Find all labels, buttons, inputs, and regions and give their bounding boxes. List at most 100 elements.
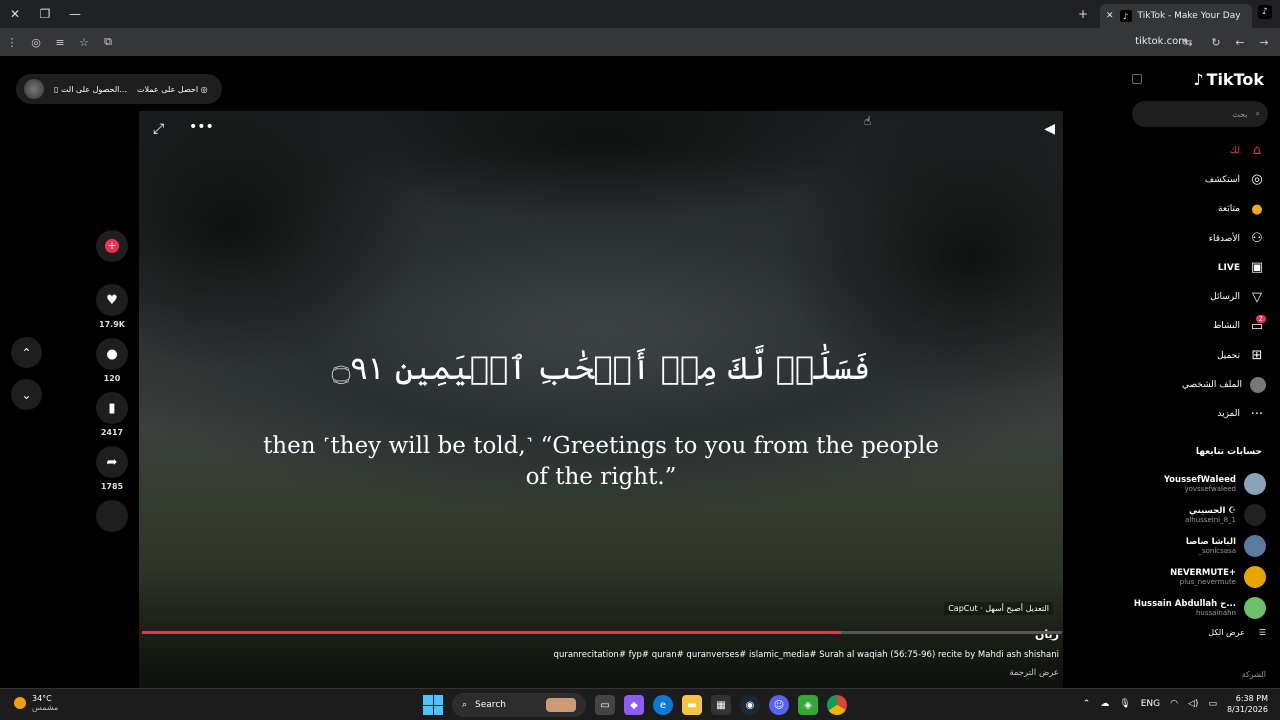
file-explorer-icon[interactable]: ▬ xyxy=(682,695,702,715)
menu-item-profile[interactable]: الملف الشخصي xyxy=(1118,370,1266,399)
start-icon[interactable] xyxy=(423,695,443,715)
main-menu: لك ⌂ استكشف ◎ متابَعة ● الأصدقاء ⚇ LIVE ▣ الر… xyxy=(1118,136,1266,429)
follow-plus-icon[interactable]: + xyxy=(105,239,119,253)
menu-item-more[interactable]: المزيد ··· xyxy=(1118,400,1266,429)
list-item[interactable]: الباشا صاصا _sonicsasa xyxy=(1134,530,1266,561)
volume-icon[interactable]: ◁) xyxy=(1188,699,1198,709)
reading-list-icon[interactable]: ≡ xyxy=(48,28,72,56)
share-button[interactable]: ➦ xyxy=(96,446,128,478)
compass-icon: ◎ xyxy=(1251,172,1263,188)
tab-tiktok[interactable]: ✕ ♪ TikTok - Make Your Day xyxy=(1100,4,1252,28)
new-tab-button[interactable]: + xyxy=(1068,0,1098,28)
search-icon[interactable]: ⌕ xyxy=(1256,109,1260,119)
back-icon[interactable]: → xyxy=(1252,28,1276,56)
next-video-button[interactable]: ⌄ xyxy=(11,379,42,410)
weather-widget[interactable]: 34°C مشمس xyxy=(14,694,58,712)
menu-item-following[interactable]: متابَعة ● xyxy=(1118,195,1266,224)
clock[interactable]: 6:38 PM 8/31/2026 xyxy=(1227,693,1268,715)
avatar xyxy=(1244,534,1266,557)
tiktok-favicon-icon: ♪ xyxy=(1119,10,1132,22)
taskbar-search[interactable]: ⌕ Search xyxy=(452,693,586,717)
account-name: الباشا صاصا xyxy=(1185,536,1236,547)
account-handle: hussainahn xyxy=(1195,608,1236,617)
progress-fill xyxy=(142,631,842,634)
caption-line-2: of the right.” xyxy=(525,464,677,490)
tiktok-logo[interactable]: ♪ TikTok xyxy=(1193,70,1264,89)
activity-badge: 2 xyxy=(1255,314,1266,323)
menu-item-upload[interactable]: تحميل ⊞ xyxy=(1118,341,1266,370)
weather-condition: مشمس xyxy=(32,703,59,712)
menu-dots-icon[interactable]: ⋮ xyxy=(0,28,24,56)
music-disc[interactable] xyxy=(96,500,128,532)
see-translation-link[interactable]: عرض الترجمة xyxy=(1009,668,1059,678)
onedrive-icon[interactable]: ☁ xyxy=(1100,699,1109,709)
capcut-link[interactable]: CapCut · التعديل أصبح أسهل xyxy=(944,602,1053,615)
video-player[interactable]: ⤢ ••• ◀ فَسَلَٰمٞ لَّكَ مِنۡ أَصۡحَٰبِ ٱ… xyxy=(139,111,1063,691)
menu-item-activity[interactable]: النشاط ▭ 2 xyxy=(1118,312,1266,341)
list-item[interactable]: NEVERMUTE+ plus_nevermute xyxy=(1134,561,1266,592)
edge-icon[interactable]: e xyxy=(653,695,673,715)
tab-close-icon[interactable]: ✕ xyxy=(1106,11,1114,21)
caption-line-1: then ˹they will be told,˺ “Greetings to … xyxy=(263,433,939,459)
video-progress-bar[interactable] xyxy=(142,631,1062,634)
mic-icon[interactable]: 🎙 xyxy=(1119,699,1130,709)
green-app-icon[interactable]: ◈ xyxy=(798,695,818,715)
tray-chevron-icon[interactable]: ⌃ xyxy=(1083,699,1091,709)
mouse-cursor-icon: ☝ xyxy=(864,114,872,128)
battery-icon[interactable]: ▭ xyxy=(1208,699,1217,709)
menu-item-friends[interactable]: الأصدقاء ⚇ xyxy=(1118,224,1266,253)
fullscreen-icon[interactable]: ⤢ xyxy=(153,121,164,137)
minimize-window-icon[interactable]: — xyxy=(60,0,90,28)
menu-item-messages[interactable]: الرسائل ▽ xyxy=(1118,282,1266,311)
wifi-icon[interactable]: ◠ xyxy=(1170,699,1178,709)
avatar[interactable] xyxy=(24,79,44,99)
menu-label: الأصدقاء xyxy=(1208,233,1240,244)
save-button[interactable]: ▮ xyxy=(96,392,128,424)
like-button[interactable]: ♥ xyxy=(96,284,128,316)
account-icon[interactable]: ◎ xyxy=(24,28,48,56)
menu-label: لك xyxy=(1229,145,1240,156)
maximize-window-icon[interactable]: ❐ xyxy=(30,0,60,28)
see-all-button[interactable]: عرض الكل ☰ xyxy=(1208,628,1266,637)
menu-label: الرسائل xyxy=(1210,292,1240,303)
store-icon[interactable]: ▦ xyxy=(711,695,731,715)
list-item[interactable]: Hussain Abdullah ح... hussainahn xyxy=(1134,592,1266,623)
reload-icon[interactable]: ↻ xyxy=(1204,28,1228,56)
list-icon: ☰ xyxy=(1258,628,1266,637)
list-item[interactable]: YoussefWaleed yovssefwaleed xyxy=(1134,468,1266,499)
comment-button[interactable]: ● xyxy=(96,338,128,370)
steam-icon[interactable]: ◉ xyxy=(740,695,760,715)
discord-icon[interactable]: ☺ xyxy=(769,695,789,715)
forward-icon[interactable]: ← xyxy=(1228,28,1252,56)
more-options-icon[interactable]: ••• xyxy=(189,119,214,135)
promo-coins-link[interactable]: احصل على عملات ◎ xyxy=(137,85,208,94)
share-icon[interactable]: ⧉ xyxy=(96,28,120,56)
bookmark-star-icon[interactable]: ☆ xyxy=(72,28,96,56)
volume-icon[interactable]: ◀ xyxy=(1044,121,1055,137)
creator-avatar[interactable]: + xyxy=(96,230,128,262)
collapse-sidebar-icon[interactable] xyxy=(1132,74,1142,84)
list-item[interactable]: الحسيني ☪ alhusseini_8_1 xyxy=(1134,499,1266,530)
copilot-icon[interactable]: ◆ xyxy=(624,695,644,715)
messages-icon: ▽ xyxy=(1252,289,1262,305)
tiktok-extension-icon[interactable]: ♪ xyxy=(1258,5,1272,19)
following-icon: ● xyxy=(1251,201,1263,217)
site-settings-icon[interactable]: ⇆ xyxy=(1176,28,1200,56)
language-indicator[interactable]: ENG xyxy=(1141,699,1160,709)
tiktok-page: ▯ الحصول على الت... احصل على عملات ◎ ⤢ •… xyxy=(0,56,1280,691)
menu-item-explore[interactable]: استكشف ◎ xyxy=(1118,165,1266,194)
time: 6:38 PM xyxy=(1235,694,1268,703)
previous-video-button[interactable]: ⌃ xyxy=(11,337,42,368)
menu-item-live[interactable]: LIVE ▣ xyxy=(1118,253,1266,282)
action-column: + ♥ 17.9K ● 120 ▮ 2417 ➦ 1785 xyxy=(96,230,128,532)
promo-app-link[interactable]: ▯ الحصول على الت... xyxy=(54,85,127,94)
upload-icon: ⊞ xyxy=(1251,348,1263,364)
author-name[interactable]: ريان xyxy=(1035,628,1059,641)
menu-item-for-you[interactable]: لك ⌂ xyxy=(1118,136,1266,165)
task-view-icon[interactable]: ▭ xyxy=(595,695,615,715)
chrome-icon[interactable] xyxy=(827,695,847,715)
search-input[interactable]: بحث ⌕ xyxy=(1132,101,1268,127)
close-window-icon[interactable]: ✕ xyxy=(0,0,30,28)
following-accounts-list: YoussefWaleed yovssefwaleed الحسيني ☪ alhu… xyxy=(1134,468,1266,623)
company-link[interactable]: الشركة xyxy=(1242,670,1266,679)
